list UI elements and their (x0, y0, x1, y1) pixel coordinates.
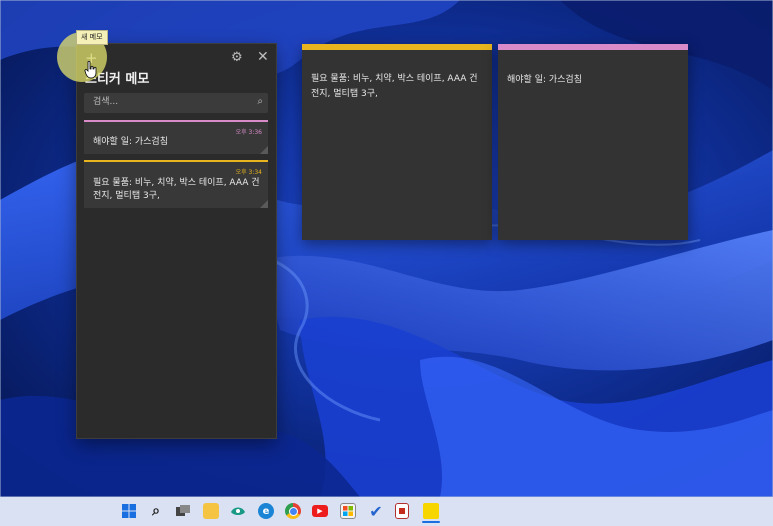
note-time: 오후 3:34 (235, 169, 262, 176)
chrome-icon[interactable] (285, 503, 301, 519)
file-explorer-icon[interactable] (203, 503, 219, 519)
windows-start-icon[interactable] (121, 503, 137, 519)
note-text: 해야할 일: 가스검침 (93, 137, 168, 147)
search-input[interactable] (91, 96, 245, 108)
note-color-strip (302, 44, 492, 50)
open-note-window[interactable]: 해야할 일: 가스검침 (498, 44, 688, 240)
note-text: 필요 물품: 비누, 치약, 박스 테이프, AAA 건전지, 멀티탭 3구, (93, 178, 260, 201)
hand-cursor-icon (84, 61, 97, 79)
close-icon[interactable]: ✕ (257, 50, 269, 64)
sticky-notes-window: + ⚙ ✕ 스티커 메모 ⌕ 오후 3:36 해야할 일: 가스검침 오후 3:… (77, 44, 276, 438)
note-body[interactable]: 필요 물품: 비누, 치약, 박스 테이프, AAA 건전지, 멀티탭 3구, (311, 72, 484, 102)
note-corner (260, 200, 268, 208)
gear-icon[interactable]: ⚙ (231, 51, 243, 64)
edge-icon[interactable]: e (258, 503, 274, 519)
search-box[interactable]: ⌕ (84, 93, 268, 113)
note-body[interactable]: 해야할 일: 가스검침 (507, 73, 680, 88)
snipping-icon[interactable] (395, 503, 409, 519)
sticky-notes-icon[interactable] (422, 503, 440, 523)
store-icon[interactable] (340, 503, 356, 519)
widgets-icon[interactable] (230, 503, 246, 519)
search-icon[interactable]: ⌕ (257, 96, 263, 107)
todo-icon[interactable]: ✔ (368, 502, 384, 521)
note-card[interactable]: 오후 3:34 필요 물품: 비누, 치약, 박스 테이프, AAA 건전지, … (84, 160, 268, 208)
note-card[interactable]: 오후 3:36 해야할 일: 가스검침 (84, 120, 268, 154)
note-color-strip (498, 44, 688, 50)
open-note-window[interactable]: 필요 물품: 비누, 치약, 박스 테이프, AAA 건전지, 멀티탭 3구, (302, 44, 492, 240)
task-view-icon[interactable] (175, 503, 191, 519)
taskbar: ⌕ e ▶ ✔ (0, 497, 773, 526)
youtube-icon[interactable]: ▶ (312, 505, 328, 517)
new-note-tooltip: 새 메모 (76, 30, 108, 45)
note-time: 오후 3:36 (235, 129, 262, 136)
search-icon[interactable]: ⌕ (148, 503, 164, 519)
note-corner (260, 146, 268, 154)
